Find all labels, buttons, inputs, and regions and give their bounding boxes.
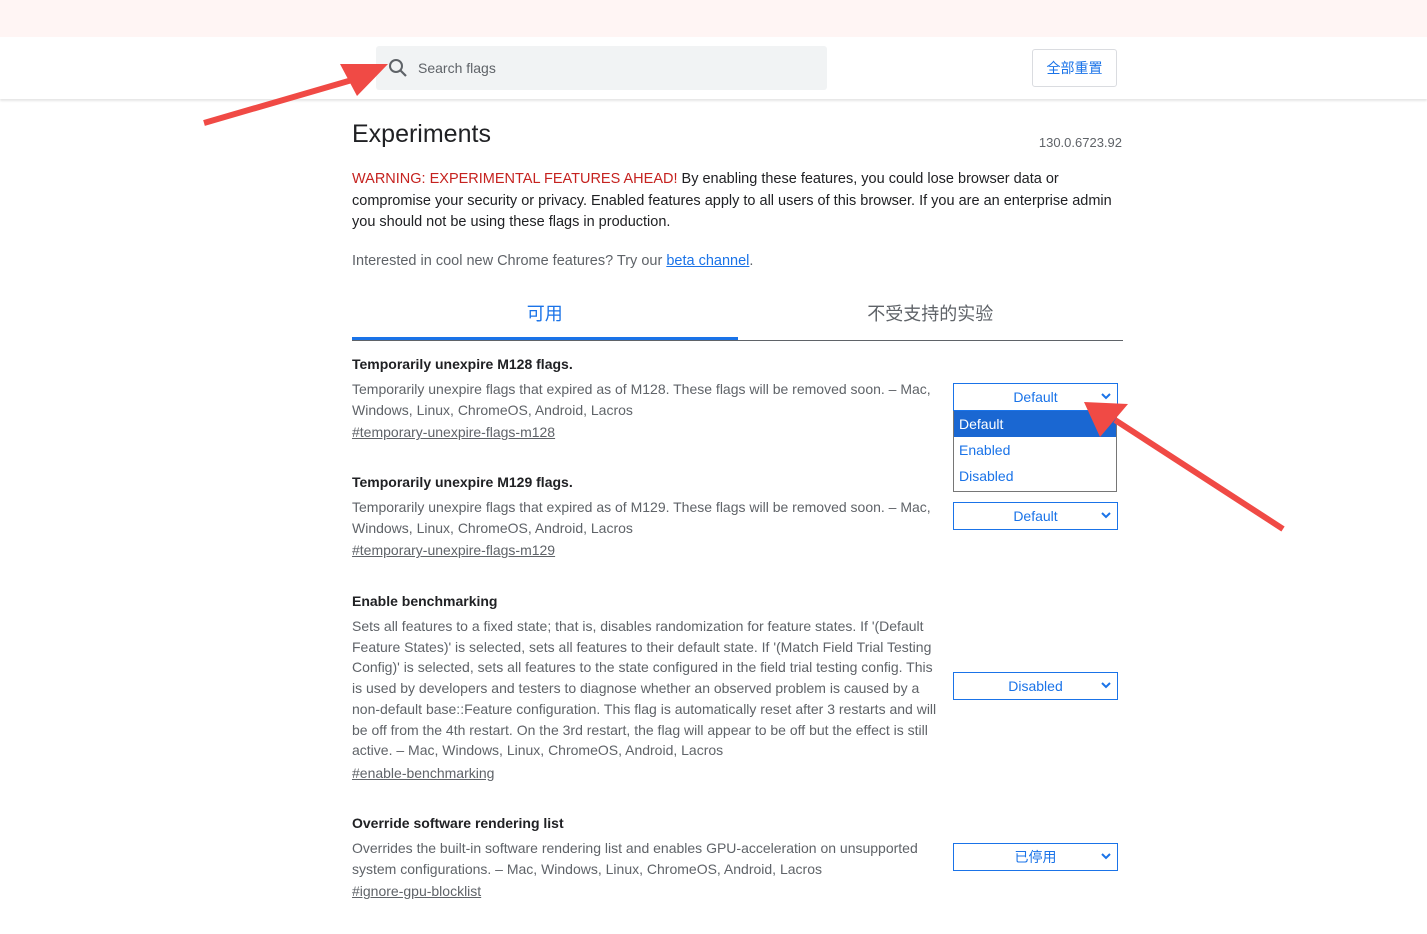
flag-item: Enable benchmarking Sets all features to… bbox=[352, 593, 942, 783]
version-label: 130.0.6723.92 bbox=[1038, 135, 1122, 150]
flag-id-link[interactable]: #temporary-unexpire-flags-m129 bbox=[352, 542, 555, 558]
select-value: 已停用 bbox=[1014, 849, 1057, 865]
warning-prefix: WARNING: EXPERIMENTAL FEATURES AHEAD! bbox=[352, 171, 678, 187]
flag-name: Temporarily unexpire M128 flags. bbox=[352, 356, 573, 372]
select-value: Default bbox=[1013, 389, 1058, 405]
chevron-down-icon bbox=[1101, 393, 1111, 400]
interest-label: Interested in cool new Chrome features? … bbox=[352, 253, 667, 269]
tab-available[interactable]: 可用 bbox=[352, 296, 738, 340]
flag-select[interactable]: 已停用 bbox=[953, 843, 1118, 871]
annotation-arrows bbox=[203, 64, 1285, 532]
flag-select[interactable]: Disabled bbox=[953, 672, 1118, 700]
flag-select[interactable]: Default bbox=[953, 502, 1118, 530]
flag-id-link[interactable]: #temporary-unexpire-flags-m128 bbox=[352, 424, 555, 440]
chevron-down-icon bbox=[1101, 853, 1111, 860]
flag-select[interactable]: Default bbox=[953, 383, 1118, 411]
flag-description: Overrides the built-in software renderin… bbox=[352, 840, 918, 877]
flag-name: Override software rendering list bbox=[352, 815, 564, 831]
page-title: Experiments bbox=[352, 120, 491, 148]
interest-text: Interested in cool new Chrome features? … bbox=[352, 251, 1122, 273]
search-icon bbox=[389, 59, 407, 77]
option-enabled[interactable]: Enabled bbox=[954, 437, 1116, 463]
header: 全部重置 bbox=[0, 37, 1427, 99]
chevron-down-icon bbox=[1101, 682, 1111, 689]
flag-id-link[interactable]: #enable-benchmarking bbox=[352, 765, 494, 781]
beta-channel-link[interactable]: beta channel bbox=[666, 253, 749, 269]
top-band bbox=[0, 0, 1427, 37]
reset-all-button[interactable]: 全部重置 bbox=[1032, 49, 1117, 87]
flag-item: Temporarily unexpire M128 flags. Tempora… bbox=[352, 356, 942, 442]
option-default[interactable]: Default bbox=[954, 411, 1116, 437]
chevron-down-icon bbox=[1101, 512, 1111, 519]
tab-bar: 可用 不受支持的实验 bbox=[352, 296, 1123, 341]
select-value: Default bbox=[1013, 508, 1058, 524]
search-input[interactable] bbox=[416, 59, 796, 77]
option-disabled[interactable]: Disabled bbox=[954, 463, 1116, 489]
flag-item: Temporarily unexpire M129 flags. Tempora… bbox=[352, 474, 942, 560]
tab-unavailable[interactable]: 不受支持的实验 bbox=[738, 296, 1124, 340]
search-box[interactable] bbox=[376, 46, 827, 90]
flag-name: Enable benchmarking bbox=[352, 593, 498, 609]
warning-text: WARNING: EXPERIMENTAL FEATURES AHEAD! By… bbox=[352, 169, 1122, 234]
flag-description: Temporarily unexpire flags that expired … bbox=[352, 381, 931, 418]
interest-end: . bbox=[749, 253, 754, 269]
flag-description: Sets all features to a fixed state; that… bbox=[352, 618, 937, 759]
select-dropdown: Default Enabled Disabled bbox=[953, 411, 1117, 492]
flag-item: Override software rendering list Overrid… bbox=[352, 815, 942, 901]
flag-name: Temporarily unexpire M129 flags. bbox=[352, 474, 573, 490]
flag-id-link[interactable]: #ignore-gpu-blocklist bbox=[352, 883, 481, 899]
flag-description: Temporarily unexpire flags that expired … bbox=[352, 499, 931, 536]
select-value: Disabled bbox=[1008, 678, 1063, 694]
